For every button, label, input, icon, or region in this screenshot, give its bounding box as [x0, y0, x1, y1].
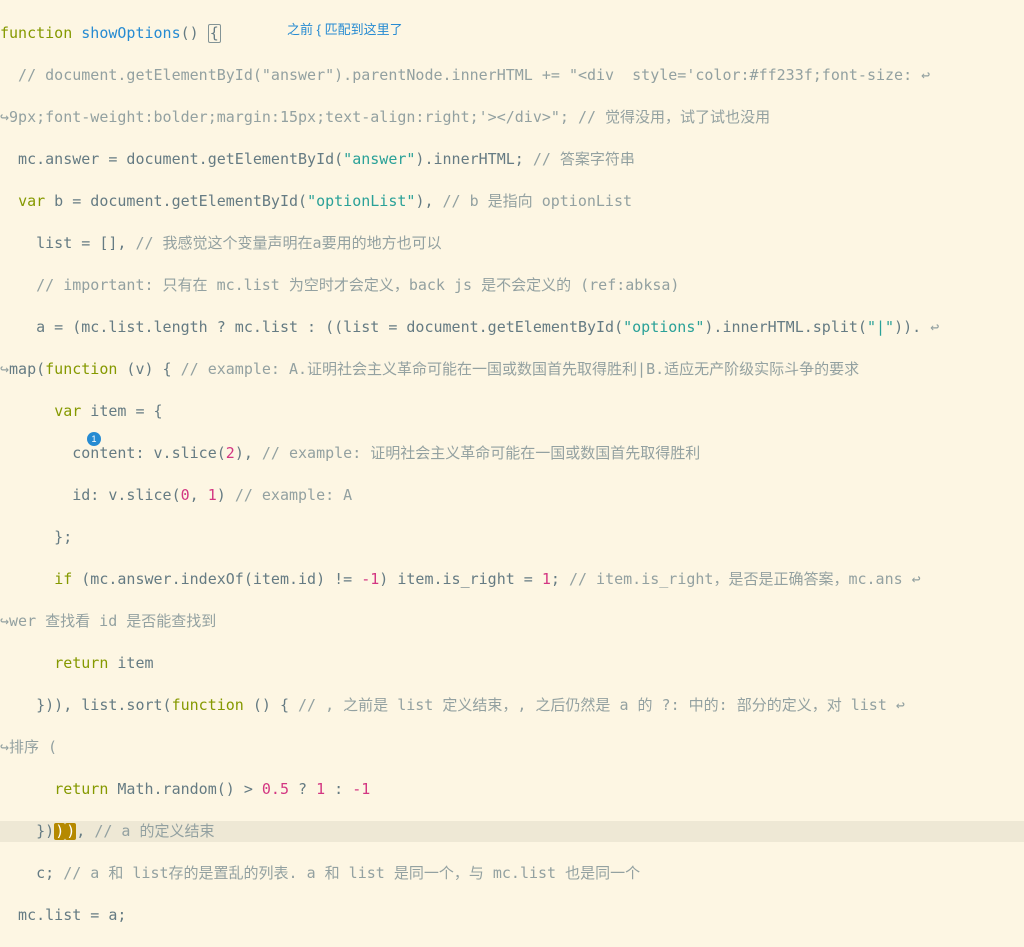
string-literal: "optionList": [307, 192, 415, 210]
code-line[interactable]: return item: [0, 653, 1024, 674]
code-line[interactable]: if (mc.answer.indexOf(item.id) != -1) it…: [0, 569, 1024, 590]
number-literal: 1: [316, 780, 325, 798]
code-line[interactable]: mc.list = a;: [0, 905, 1024, 926]
code-line-wrapped[interactable]: ↪排序 (: [0, 737, 1024, 758]
comment: wer 查找看 id 是否能查找到: [9, 612, 216, 630]
number-literal: 2: [226, 444, 235, 462]
comment: // example: A: [235, 486, 352, 504]
comment: // b 是指向 optionList: [443, 192, 633, 210]
bracket-match-hint: 之前 { 匹配到这里了: [287, 19, 403, 40]
code-line-current[interactable]: }))), // a 的定义结束: [0, 821, 1024, 842]
code-line[interactable]: })), list.sort(function () { // , 之前是 li…: [0, 695, 1024, 716]
comment: // 我感觉这个变量声明在a要用的地方也可以: [135, 234, 441, 252]
number-literal: 0: [181, 486, 190, 504]
string-literal: "options": [623, 318, 704, 336]
code-line[interactable]: c; // a 和 list存的是置乱的列表. a 和 list 是同一个，与 …: [0, 863, 1024, 884]
code-line[interactable]: // document.getElementById("answer").par…: [0, 65, 1024, 86]
comment: // example: 证明社会主义革命可能在一国或数国首先取得胜利: [262, 444, 700, 462]
code-line-wrapped[interactable]: ↪map(function (v) { // example: A.证明社会主义…: [0, 359, 1024, 380]
matched-brace-open: {: [208, 24, 221, 43]
keyword-if: if: [54, 570, 72, 588]
number-literal: -1: [361, 570, 379, 588]
code-editor[interactable]: function showOptions() { // document.get…: [0, 0, 1024, 947]
number-literal: 1: [542, 570, 551, 588]
code-line[interactable]: var b = document.getElementById("optionL…: [0, 191, 1024, 212]
string-literal: "|": [867, 318, 894, 336]
wrap-indicator: ↩: [921, 66, 930, 84]
comment: // a 的定义结束: [94, 822, 214, 840]
code-line-wrapped[interactable]: ↪9px;font-weight:bolder;margin:15px;text…: [0, 107, 1024, 128]
comment: // important: 只有在 mc.list 为空时才会定义，back j…: [0, 276, 679, 294]
keyword-function: function: [45, 360, 117, 378]
wrap-indicator: ↪: [0, 738, 9, 756]
comment: // a 和 list存的是置乱的列表. a 和 list 是同一个，与 mc.…: [63, 864, 640, 882]
wrap-indicator: ↪: [0, 360, 9, 378]
comment: // , 之前是 list 定义结束，, 之后仍然是 a 的 ?: 中的: 部分…: [298, 696, 896, 714]
wrap-indicator: ↩: [896, 696, 905, 714]
code-line[interactable]: function showOptions() {: [0, 23, 1024, 44]
number-literal: -1: [352, 780, 370, 798]
comment: // item.is_right，是否是正确答案，mc.ans: [569, 570, 912, 588]
string-literal: "answer": [343, 150, 415, 168]
wrap-indicator: ↩: [930, 318, 939, 336]
code-line[interactable]: content: v.slice(2), // example: 证明社会主义革…: [0, 443, 1024, 464]
code-line-wrapped[interactable]: ↪wer 查找看 id 是否能查找到: [0, 611, 1024, 632]
wrap-indicator: ↩: [912, 570, 921, 588]
paren: (): [181, 24, 199, 42]
code-line[interactable]: return Math.random() > 0.5 ? 1 : -1: [0, 779, 1024, 800]
keyword-var: var: [54, 402, 81, 420]
number-literal: 1: [208, 486, 217, 504]
code-line[interactable]: };: [0, 527, 1024, 548]
keyword-function: function: [172, 696, 244, 714]
keyword-return: return: [54, 654, 108, 672]
keyword-function: function: [0, 24, 72, 42]
function-name: showOptions: [81, 24, 180, 42]
code-line[interactable]: list = [], // 我感觉这个变量声明在a要用的地方也可以: [0, 233, 1024, 254]
comment: // example: A.证明社会主义革命可能在一国或数国首先取得胜利|B.适…: [181, 360, 860, 378]
cursor-paren: ): [65, 823, 76, 840]
wrap-indicator: ↪: [0, 612, 9, 630]
code-line[interactable]: var item = {: [0, 401, 1024, 422]
code-line[interactable]: // important: 只有在 mc.list 为空时才会定义，back j…: [0, 275, 1024, 296]
code-line[interactable]: a = (mc.list.length ? mc.list : ((list =…: [0, 317, 1024, 338]
comment: 9px;font-weight:bolder;margin:15px;text-…: [9, 108, 770, 126]
comment: // 答案字符串: [533, 150, 635, 168]
keyword-var: var: [18, 192, 45, 210]
number-literal: 0.5: [262, 780, 289, 798]
wrap-indicator: ↪: [0, 108, 9, 126]
code-line[interactable]: id: v.slice(0, 1) // example: A: [0, 485, 1024, 506]
fold-badge[interactable]: 1: [87, 432, 101, 446]
code-line[interactable]: mc.answer = document.getElementById("ans…: [0, 149, 1024, 170]
keyword-return: return: [54, 780, 108, 798]
comment: 排序 (: [9, 738, 57, 756]
comment: // document.getElementById("answer").par…: [0, 66, 921, 84]
matched-paren: ): [54, 823, 65, 840]
